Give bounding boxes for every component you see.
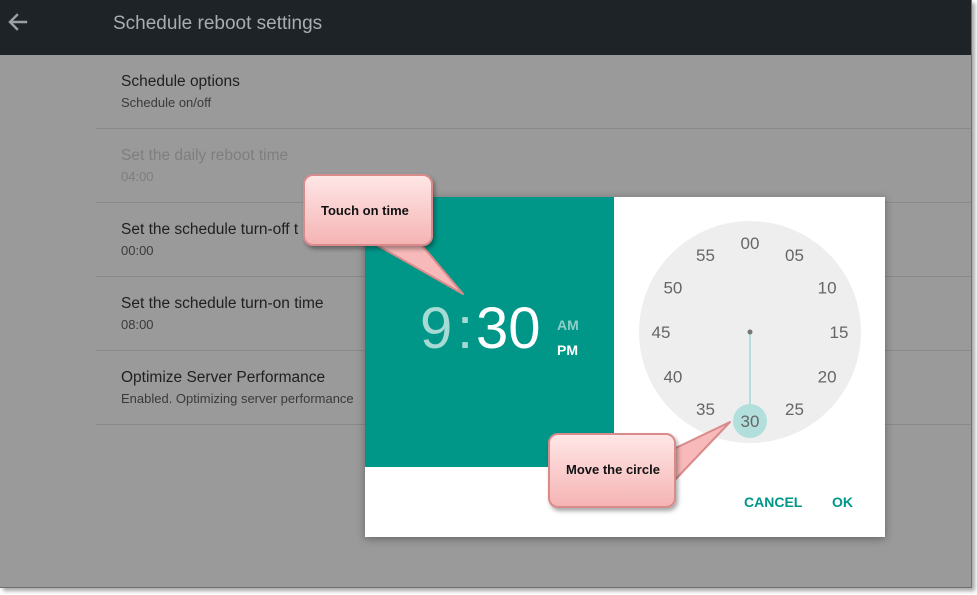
clock-label-45[interactable]: 45 [652,323,671,342]
callout-touch-on-time: Touch on time [303,174,433,246]
setting-subtitle: 04:00 [121,169,154,184]
pm-toggle[interactable]: PM [557,342,578,358]
minute-display[interactable]: 30 [476,300,541,358]
page-title: Schedule reboot settings [113,13,323,34]
clock-label-05[interactable]: 05 [785,246,804,265]
clock-label-15[interactable]: 15 [830,323,849,342]
setting-subtitle: Schedule on/off [121,95,212,110]
clock-face[interactable]: 00 05 10 15 20 25 35 40 45 50 55 30 [639,221,861,443]
setting-schedule-options[interactable]: Schedule options Schedule on/off [96,55,971,129]
hour-display[interactable]: 9 [420,300,452,358]
cancel-button[interactable]: CANCEL [744,494,802,510]
time-separator: : [457,296,474,361]
setting-title: Optimize Server Performance [121,369,326,386]
clock-label-40[interactable]: 40 [663,368,682,387]
setting-title: Set the schedule turn-off t [121,221,299,238]
ok-button[interactable]: OK [832,494,853,510]
callout-move-the-circle: Move the circle [548,433,676,508]
clock-label-55[interactable]: 55 [696,246,715,265]
clock-label-50[interactable]: 50 [663,279,682,298]
clock-label-35[interactable]: 35 [696,400,715,419]
setting-title: Set the schedule turn-on time [121,295,324,312]
setting-daily-reboot-time[interactable]: Set the daily reboot time 04:00 [96,129,971,203]
setting-subtitle: Enabled. Optimizing server performance [121,391,354,406]
setting-subtitle: 08:00 [121,317,154,332]
app-toolbar: Schedule reboot settings [0,0,971,55]
arrow-left-icon[interactable] [4,8,32,36]
setting-subtitle: 00:00 [121,243,154,258]
callout-text: Move the circle [566,462,660,477]
am-toggle[interactable]: AM [557,317,579,333]
clock-label-30[interactable]: 30 [741,412,760,431]
clock-label-10[interactable]: 10 [818,279,837,298]
clock-label-00[interactable]: 00 [741,234,760,253]
clock-label-20[interactable]: 20 [818,368,837,387]
callout-text: Touch on time [321,203,409,218]
clock-label-25[interactable]: 25 [785,400,804,419]
setting-title: Set the daily reboot time [121,147,289,164]
app-window: Schedule reboot settings Schedule option… [0,0,972,588]
setting-title: Schedule options [121,73,240,90]
clock-center-dot [747,329,753,335]
